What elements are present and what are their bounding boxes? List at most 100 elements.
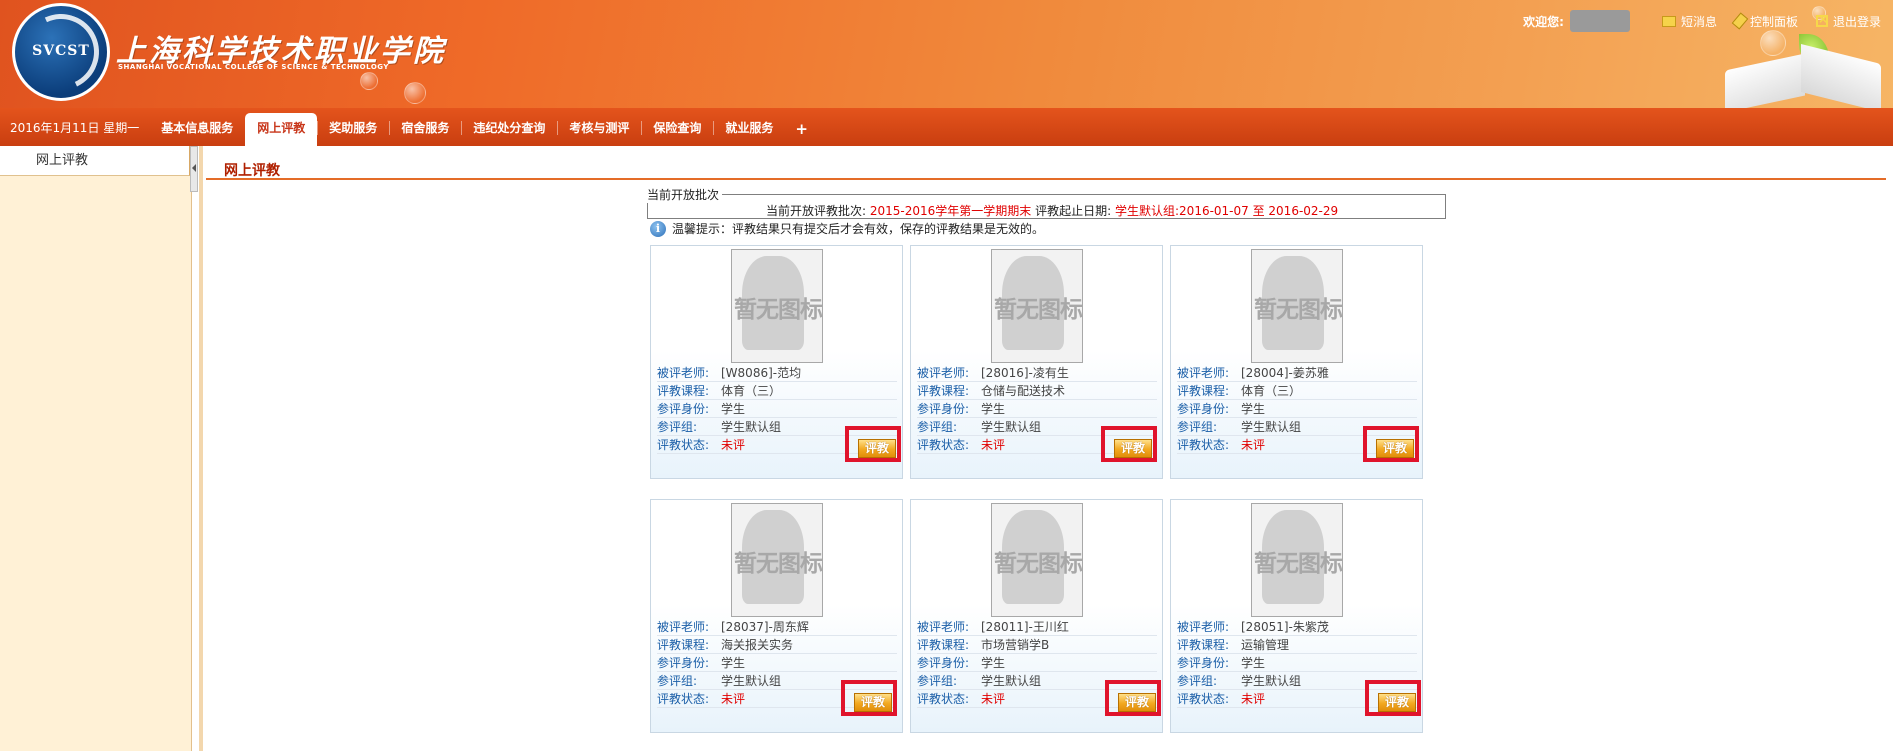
eval-card: 暂无图标 被评老师: [28004]-姜苏雅 评教课程: 体育（三） 参评身份: 学生… bbox=[1170, 245, 1423, 479]
school-logo[interactable]: SVCST bbox=[12, 3, 110, 101]
group-value: 学生默认组 bbox=[1241, 420, 1302, 434]
sidebar-divider bbox=[199, 146, 203, 751]
placeholder-text: 暂无图标 bbox=[994, 297, 1082, 323]
label-course: 评教课程: bbox=[1177, 384, 1230, 398]
eval-button-highlight: 评教 bbox=[845, 426, 901, 462]
eval-card: 暂无图标 被评老师: [28011]-王川红 评教课程: 市场营销学B 参评身份: 学… bbox=[910, 499, 1163, 733]
date-prefix: 评教起止日期: bbox=[1035, 204, 1112, 218]
messages-link[interactable]: 短消息 bbox=[1661, 13, 1717, 30]
nav-tab-discipline[interactable]: 违纪处分查询 bbox=[461, 119, 557, 146]
label-teacher: 被评老师: bbox=[917, 620, 970, 634]
placeholder-text: 暂无图标 bbox=[994, 551, 1082, 577]
pencil-icon bbox=[1731, 12, 1749, 30]
mail-icon bbox=[1661, 15, 1676, 27]
teacher-photo-placeholder: 暂无图标 bbox=[731, 249, 823, 363]
batch-prefix: 当前开放评教批次: bbox=[766, 204, 867, 218]
label-role: 参评身份: bbox=[917, 402, 970, 416]
nav-tab-dormitory[interactable]: 宿舍服务 bbox=[389, 119, 461, 146]
label-status: 评教状态: bbox=[657, 692, 710, 706]
title-divider bbox=[206, 178, 1886, 180]
card-row-role: 参评身份: 学生 bbox=[1177, 654, 1417, 672]
status-value: 未评 bbox=[1241, 692, 1266, 706]
label-group: 参评组: bbox=[657, 674, 698, 688]
label-group: 参评组: bbox=[917, 420, 958, 434]
label-teacher: 被评老师: bbox=[657, 620, 710, 634]
book-page-left bbox=[1725, 53, 1805, 108]
card-row-role: 参评身份: 学生 bbox=[1177, 400, 1417, 418]
label-status: 评教状态: bbox=[917, 692, 970, 706]
eval-button[interactable]: 评教 bbox=[1378, 693, 1416, 712]
label-group: 参评组: bbox=[917, 674, 958, 688]
nav-add-button[interactable]: + bbox=[785, 120, 818, 146]
card-row-teacher: 被评老师: [28011]-王川红 bbox=[917, 618, 1157, 636]
course-value: 体育（三） bbox=[1241, 384, 1302, 398]
label-course: 评教课程: bbox=[917, 638, 970, 652]
role-value: 学生 bbox=[1241, 656, 1266, 670]
nav-tab-insurance[interactable]: 保险查询 bbox=[641, 119, 713, 146]
label-role: 参评身份: bbox=[657, 402, 710, 416]
logo-text: SVCST bbox=[32, 43, 90, 59]
group-value: 学生默认组 bbox=[981, 674, 1042, 688]
label-group: 参评组: bbox=[1177, 420, 1218, 434]
label-course: 评教课程: bbox=[657, 384, 710, 398]
card-row-course: 评教课程: 仓储与配送技术 bbox=[917, 382, 1157, 400]
eval-button[interactable]: 评教 bbox=[858, 439, 896, 458]
card-row-role: 参评身份: 学生 bbox=[917, 400, 1157, 418]
label-course: 评教课程: bbox=[1177, 638, 1230, 652]
nav-tab-employment[interactable]: 就业服务 bbox=[713, 119, 785, 146]
label-teacher: 被评老师: bbox=[657, 366, 710, 380]
nav-tab-awards[interactable]: 奖助服务 bbox=[317, 119, 389, 146]
placeholder-text: 暂无图标 bbox=[1254, 297, 1342, 323]
eval-button[interactable]: 评教 bbox=[1118, 693, 1156, 712]
page-title: 网上评教 bbox=[224, 163, 280, 179]
eval-button[interactable]: 评教 bbox=[854, 693, 892, 712]
card-row-role: 参评身份: 学生 bbox=[917, 654, 1157, 672]
tip-text: 温馨提示：评教结果只有提交后才会有效，保存的评教结果是无效的。 bbox=[672, 222, 1045, 236]
control-panel-link[interactable]: 控制面板 bbox=[1731, 12, 1798, 30]
label-status: 评教状态: bbox=[1177, 692, 1230, 706]
sidebar-collapse-toggle[interactable] bbox=[190, 146, 198, 192]
placeholder-text: 暂无图标 bbox=[1254, 551, 1342, 577]
eval-card: 暂无图标 被评老师: [W8086]-范均 评教课程: 体育（三） 参评身份: 学生 … bbox=[650, 245, 903, 479]
teacher-photo-placeholder: 暂无图标 bbox=[731, 503, 823, 617]
course-value: 运输管理 bbox=[1241, 638, 1290, 652]
nav-tab-basic-info[interactable]: 基本信息服务 bbox=[149, 119, 245, 146]
card-row-teacher: 被评老师: [28037]-周东辉 bbox=[657, 618, 897, 636]
sidebar-item-online-eval[interactable]: 网上评教 bbox=[0, 146, 190, 176]
role-value: 学生 bbox=[981, 656, 1006, 670]
placeholder-text: 暂无图标 bbox=[734, 297, 822, 323]
eval-button-highlight: 评教 bbox=[841, 680, 897, 716]
eval-button-highlight: 评教 bbox=[1363, 426, 1419, 462]
status-value: 未评 bbox=[981, 692, 1006, 706]
teacher-value: [28016]-凌有生 bbox=[981, 366, 1069, 380]
eval-button-highlight: 评教 bbox=[1105, 680, 1161, 716]
logout-link[interactable]: 退出登录 bbox=[1815, 12, 1881, 30]
school-name-en: SHANGHAI VOCATIONAL COLLEGE OF SCIENCE &… bbox=[118, 63, 389, 71]
eval-button-highlight: 评教 bbox=[1101, 426, 1157, 462]
teacher-value: [W8086]-范均 bbox=[721, 366, 802, 380]
label-role: 参评身份: bbox=[1177, 656, 1230, 670]
username-redacted bbox=[1569, 10, 1630, 32]
eval-button[interactable]: 评教 bbox=[1376, 439, 1414, 458]
label-course: 评教课程: bbox=[917, 384, 970, 398]
welcome-label: 欢迎您: bbox=[1523, 14, 1564, 29]
card-row-course: 评教课程: 市场营销学B bbox=[917, 636, 1157, 654]
role-value: 学生 bbox=[721, 656, 746, 670]
status-value: 未评 bbox=[721, 692, 746, 706]
batch-info: 当前开放评教批次: 2015-2016学年第一学期期末 评教起止日期: 学生默认… bbox=[766, 202, 1338, 219]
teacher-photo-placeholder: 暂无图标 bbox=[1251, 503, 1343, 617]
group-value: 学生默认组 bbox=[981, 420, 1042, 434]
role-value: 学生 bbox=[721, 402, 746, 416]
eval-button[interactable]: 评教 bbox=[1114, 439, 1152, 458]
label-course: 评教课程: bbox=[657, 638, 710, 652]
label-teacher: 被评老师: bbox=[1177, 366, 1230, 380]
header-banner: SVCST 上海科学技术职业学院 SHANGHAI VOCATIONAL COL… bbox=[0, 0, 1893, 108]
teacher-photo-placeholder: 暂无图标 bbox=[1251, 249, 1343, 363]
nav-tab-assessment[interactable]: 考核与测评 bbox=[557, 119, 641, 146]
role-value: 学生 bbox=[981, 402, 1006, 416]
main-nav: 2016年1月11日 星期一 基本信息服务 网上评教 奖助服务 宿舍服务 违纪处… bbox=[0, 108, 1893, 146]
role-value: 学生 bbox=[1241, 402, 1266, 416]
nav-tab-online-eval[interactable]: 网上评教 bbox=[245, 113, 318, 146]
group-value: 学生默认组 bbox=[721, 674, 782, 688]
label-status: 评教状态: bbox=[657, 438, 710, 452]
